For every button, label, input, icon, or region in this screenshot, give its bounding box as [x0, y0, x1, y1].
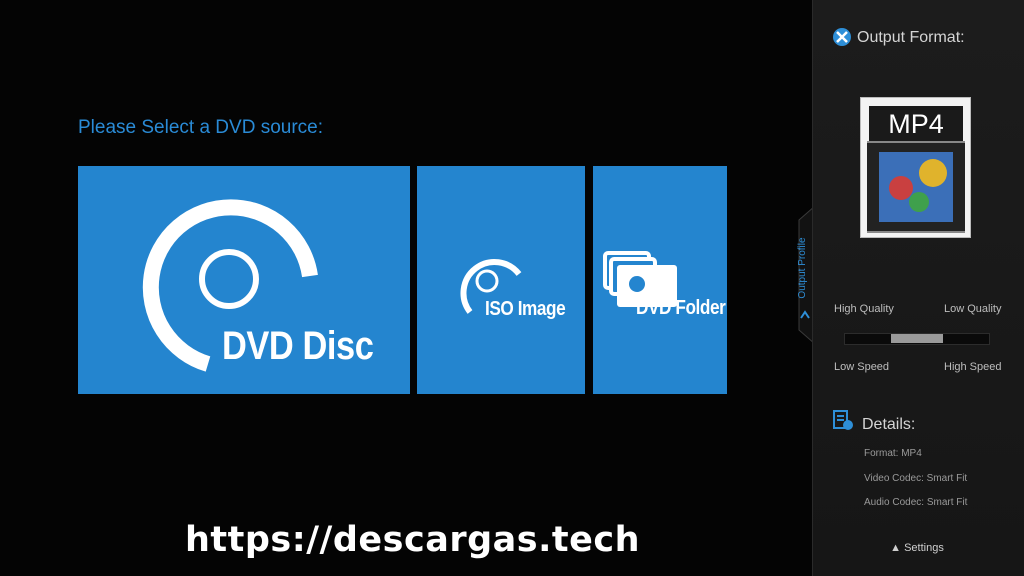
- output-profile-label: Output Profile: [797, 237, 808, 299]
- watermark-url: https://descargas.tech: [185, 520, 641, 560]
- dvd-folder-tile[interactable]: DVD Folder: [593, 166, 727, 394]
- detail-format: Format: MP4: [864, 448, 922, 459]
- output-format-title: Output Format:: [857, 29, 965, 46]
- high-quality-label: High Quality: [834, 303, 894, 315]
- output-panel: [812, 0, 1024, 576]
- dvd-disc-tile[interactable]: DVD Disc: [78, 166, 410, 394]
- high-speed-label: High Speed: [944, 361, 1002, 373]
- dvd-disc-label: DVD Disc: [222, 324, 374, 368]
- details-icon: [833, 410, 853, 430]
- output-format-icon: [833, 28, 851, 46]
- iso-image-label: ISO Image: [485, 298, 566, 320]
- low-speed-label: Low Speed: [834, 361, 890, 373]
- folder-icon: [603, 251, 677, 307]
- dvd-folder-label: DVD Folder: [636, 297, 726, 319]
- settings-label: Settings: [904, 542, 944, 554]
- film-strip-icon: [867, 141, 965, 233]
- detail-audio-codec: Audio Codec: Smart Fit: [864, 497, 968, 508]
- detail-video-codec: Video Codec: Smart Fit: [864, 473, 968, 484]
- mp4-format-thumbnail[interactable]: MP4: [860, 97, 971, 238]
- slider-knob[interactable]: [891, 334, 943, 343]
- details-title: Details:: [862, 416, 916, 433]
- settings-button[interactable]: ▲ Settings: [862, 538, 972, 556]
- select-source-prompt: Please Select a DVD source:: [78, 117, 324, 138]
- main-area: Please Select a DVD source: DVD Disc ISO…: [0, 0, 812, 576]
- low-quality-label: Low Quality: [944, 303, 1002, 315]
- chevron-up-icon: ▲: [890, 542, 902, 554]
- disc-icon: [460, 259, 522, 314]
- iso-image-tile[interactable]: ISO Image: [417, 166, 585, 394]
